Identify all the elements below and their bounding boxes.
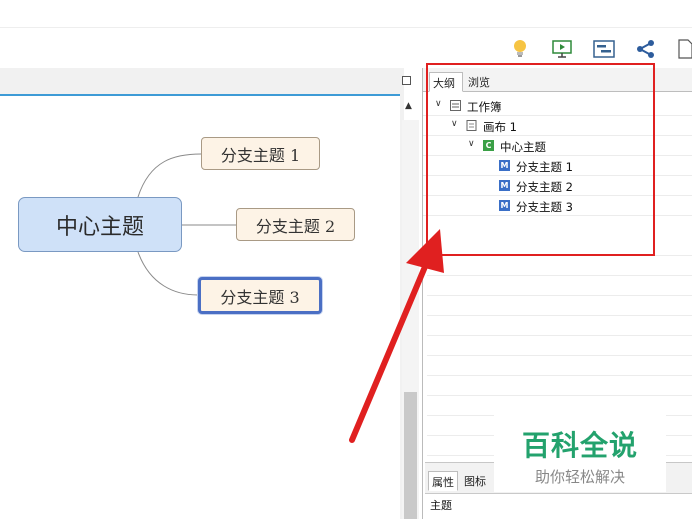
tree-label-central-topic: 中心主题 [500, 140, 546, 154]
outline-tabs: 大纲 浏览 [423, 68, 692, 92]
branch-topic-1[interactable]: 分支主题 1 [201, 137, 320, 170]
tab-outline[interactable]: 大纲 [429, 72, 463, 92]
gantt-icon[interactable] [592, 38, 616, 60]
tree-row-sheet[interactable]: ∨ 画布 1 [423, 116, 692, 136]
watermark-title: 百科全说 [521, 429, 638, 462]
sheet-icon [466, 120, 477, 131]
chevron-down-icon[interactable]: ∨ [435, 99, 442, 109]
property-topic-label: 主题 [425, 493, 692, 519]
branch-topic-3-selected[interactable]: 分支主题 3 [198, 277, 322, 314]
main-topic-icon: M [499, 200, 510, 211]
workbook-icon [450, 100, 461, 111]
tree-row-branch-2[interactable]: M 分支主题 2 [423, 176, 692, 196]
tree-row-branch-1[interactable]: M 分支主题 1 [423, 156, 692, 176]
tree-label-sheet: 画布 1 [483, 120, 517, 134]
branch-topic-2[interactable]: 分支主题 2 [236, 208, 355, 241]
export-icon[interactable] [676, 38, 692, 60]
toolbar [0, 28, 692, 68]
tab-properties[interactable]: 属性 [428, 471, 458, 491]
main-topic-icon: M [499, 180, 510, 191]
lightbulb-icon[interactable] [508, 38, 532, 60]
tree-label-branch-1: 分支主题 1 [516, 160, 573, 174]
tab-icons[interactable]: 图标 [461, 471, 489, 491]
presentation-icon[interactable] [550, 38, 574, 60]
top-blank-strip [0, 0, 692, 28]
central-topic-icon: C [483, 140, 494, 151]
tree-row-workbook[interactable]: ∨ 工作簿 [423, 96, 692, 116]
tree-row-central-topic[interactable]: ∨ C 中心主题 [423, 136, 692, 156]
main-topic-icon: M [499, 160, 510, 171]
tab-browse[interactable]: 浏览 [465, 72, 499, 92]
tree-label-branch-2: 分支主题 2 [516, 180, 573, 194]
outline-tree: ∨ 工作簿 ∨ 画布 1 ∨ C 中心主题 M 分支主题 1 M 分支主题 2 [423, 96, 692, 216]
chevron-down-icon[interactable]: ∨ [451, 119, 458, 129]
central-topic[interactable]: 中心主题 [18, 197, 182, 252]
tree-row-branch-3[interactable]: M 分支主题 3 [423, 196, 692, 216]
tree-label-workbook: 工作簿 [467, 100, 502, 114]
share-icon[interactable] [634, 38, 658, 60]
vertical-scrollbar[interactable] [402, 120, 419, 519]
scrollbar-thumb[interactable] [404, 392, 417, 519]
scroll-up-icon[interactable]: ▲ [405, 101, 412, 111]
watermark: 百科全说 助你轻松解决 [494, 412, 666, 492]
watermark-subtitle: 助你轻松解决 [534, 468, 625, 486]
maximize-icon[interactable] [402, 76, 411, 85]
chevron-down-icon[interactable]: ∨ [468, 139, 475, 149]
tree-label-branch-3: 分支主题 3 [516, 200, 573, 214]
